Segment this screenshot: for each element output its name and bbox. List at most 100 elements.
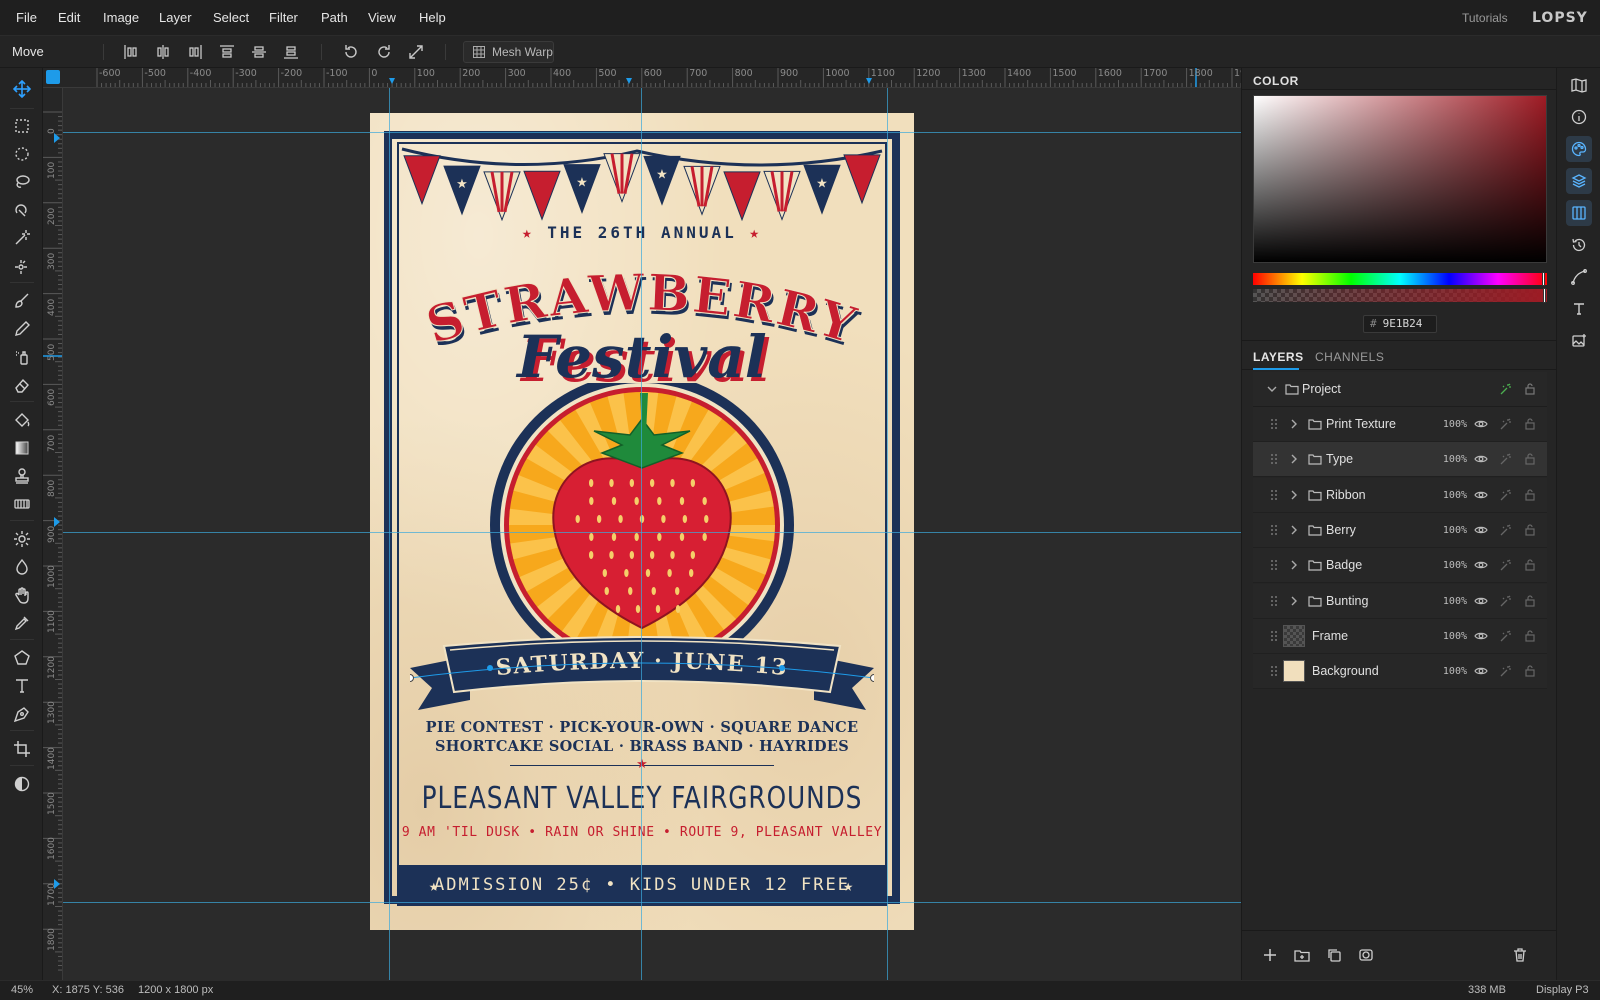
- eye-icon[interactable]: [1474, 558, 1488, 572]
- pen-icon[interactable]: [7, 701, 37, 727]
- lock-icon[interactable]: [1523, 417, 1537, 431]
- paint-bucket-icon[interactable]: [7, 407, 37, 433]
- contrast-icon[interactable]: [7, 771, 37, 797]
- guide-vertical[interactable]: [641, 88, 642, 980]
- drag-handle-icon[interactable]: [1267, 452, 1281, 466]
- menu-file[interactable]: File: [16, 0, 37, 36]
- rotate-cw-icon[interactable]: [373, 42, 395, 62]
- tutorials-link[interactable]: Tutorials: [1462, 0, 1508, 36]
- rotate-ccw-icon[interactable]: [340, 42, 362, 62]
- tab-color[interactable]: COLOR: [1253, 74, 1299, 88]
- layer-row[interactable]: Ribbon 100%: [1253, 477, 1547, 513]
- layer-opacity[interactable]: 100%: [1443, 584, 1467, 619]
- effects-icon[interactable]: [1499, 382, 1513, 396]
- chevron-right-icon[interactable]: [1287, 488, 1301, 502]
- layer-opacity[interactable]: 100%: [1443, 654, 1467, 689]
- color-picker-field[interactable]: [1253, 95, 1547, 263]
- lock-icon[interactable]: [1523, 382, 1537, 396]
- eye-icon[interactable]: [1474, 452, 1488, 466]
- ruler-vertical[interactable]: 0 100 200 300 400 500 600 700 800 900 1000 1100 1200…: [43, 88, 63, 980]
- drag-handle-icon[interactable]: [1267, 523, 1281, 537]
- menu-filter[interactable]: Filter: [269, 0, 298, 36]
- effects-icon[interactable]: [1499, 629, 1513, 643]
- history-icon[interactable]: [1566, 232, 1592, 258]
- eye-icon[interactable]: [1474, 594, 1488, 608]
- new-folder-icon[interactable]: [1294, 947, 1312, 965]
- canvas-area[interactable]: ★ ★ ★ ★ ★ THE 26TH ANNUAL ★ STRAWBERRY STRA…: [63, 88, 1241, 980]
- drag-handle-icon[interactable]: [1267, 629, 1281, 643]
- expand-icon[interactable]: [405, 42, 427, 62]
- layer-row[interactable]: Berry 100%: [1253, 512, 1547, 548]
- layer-opacity[interactable]: 100%: [1443, 478, 1467, 513]
- chevron-right-icon[interactable]: [1287, 558, 1301, 572]
- eyedropper-icon[interactable]: [7, 610, 37, 636]
- chevron-down-icon[interactable]: [1265, 382, 1279, 396]
- menu-help[interactable]: Help: [419, 0, 446, 36]
- guide-marker[interactable]: [389, 78, 395, 84]
- menu-layer[interactable]: Layer: [159, 0, 192, 36]
- effects-icon[interactable]: [1499, 417, 1513, 431]
- align-center-h-icon[interactable]: [152, 42, 174, 62]
- eye-icon[interactable]: [1474, 629, 1488, 643]
- lock-icon[interactable]: [1523, 558, 1537, 572]
- drag-handle-icon[interactable]: [1267, 664, 1281, 678]
- brush-icon[interactable]: [7, 288, 37, 314]
- warp-handle[interactable]: [779, 665, 785, 671]
- stamp-icon[interactable]: [7, 463, 37, 489]
- drag-handle-icon[interactable]: [1267, 488, 1281, 502]
- zoom-level[interactable]: 45%: [11, 981, 33, 1000]
- align-bottom-icon[interactable]: [280, 42, 302, 62]
- curve-icon[interactable]: [1566, 264, 1592, 290]
- lock-icon[interactable]: [1523, 523, 1537, 537]
- add-layer-icon[interactable]: [1262, 947, 1280, 965]
- poster-document[interactable]: ★ ★ ★ ★ ★ THE 26TH ANNUAL ★ STRAWBERRY STRA…: [370, 113, 914, 930]
- layers-icon[interactable]: [1566, 168, 1592, 194]
- layer-row[interactable]: Bunting 100%: [1253, 583, 1547, 619]
- layer-opacity[interactable]: 100%: [1443, 619, 1467, 654]
- align-top-icon[interactable]: [216, 42, 238, 62]
- alpha-slider-thumb[interactable]: [1543, 288, 1546, 303]
- warp-handle[interactable]: [487, 665, 493, 671]
- drag-handle-icon[interactable]: [1267, 417, 1281, 431]
- move-tool-icon[interactable]: [7, 76, 37, 102]
- lock-icon[interactable]: [1523, 629, 1537, 643]
- effects-icon[interactable]: [1499, 594, 1513, 608]
- layer-row[interactable]: Badge 100%: [1253, 548, 1547, 584]
- effects-icon[interactable]: [1499, 488, 1513, 502]
- lasso-icon[interactable]: [7, 169, 37, 195]
- ruler-horizontal[interactable]: -600 -500 -400 -300 -200 -100 0 100 200 300 400 500…: [43, 68, 1241, 88]
- lock-icon[interactable]: [1523, 664, 1537, 678]
- palette-icon[interactable]: [1566, 136, 1592, 162]
- magnetic-lasso-icon[interactable]: [7, 197, 37, 223]
- align-right-icon[interactable]: [184, 42, 206, 62]
- menu-path[interactable]: Path: [321, 0, 348, 36]
- eye-icon[interactable]: [1474, 488, 1488, 502]
- layer-opacity[interactable]: 100%: [1443, 513, 1467, 548]
- mesh-warp-button[interactable]: Mesh Warp: [463, 41, 554, 63]
- menu-view[interactable]: View: [368, 0, 396, 36]
- effects-icon[interactable]: [1499, 523, 1513, 537]
- duplicate-icon[interactable]: [1326, 947, 1344, 965]
- eye-icon[interactable]: [1474, 664, 1488, 678]
- blur-drop-icon[interactable]: [7, 554, 37, 580]
- gradient-icon[interactable]: [7, 435, 37, 461]
- chevron-right-icon[interactable]: [1287, 523, 1301, 537]
- type-panel-icon[interactable]: [1566, 296, 1592, 322]
- guide-horizontal[interactable]: [63, 132, 1241, 133]
- layer-row[interactable]: Frame 100%: [1253, 618, 1547, 654]
- align-middle-v-icon[interactable]: [248, 42, 270, 62]
- effects-icon[interactable]: [1499, 558, 1513, 572]
- effects-icon[interactable]: [1499, 452, 1513, 466]
- hex-input[interactable]: #9E1B24: [1363, 315, 1437, 333]
- menu-select[interactable]: Select: [213, 0, 249, 36]
- effects-icon[interactable]: [1499, 664, 1513, 678]
- tab-channels[interactable]: CHANNELS: [1315, 350, 1384, 364]
- dodge-icon[interactable]: [7, 526, 37, 552]
- ruler-origin[interactable]: [46, 70, 60, 84]
- text-icon[interactable]: [7, 673, 37, 699]
- mask-icon[interactable]: [1358, 947, 1376, 965]
- rect-select-icon[interactable]: [7, 113, 37, 139]
- hue-slider[interactable]: [1253, 272, 1547, 286]
- crop-icon[interactable]: [7, 736, 37, 762]
- chevron-right-icon[interactable]: [1287, 594, 1301, 608]
